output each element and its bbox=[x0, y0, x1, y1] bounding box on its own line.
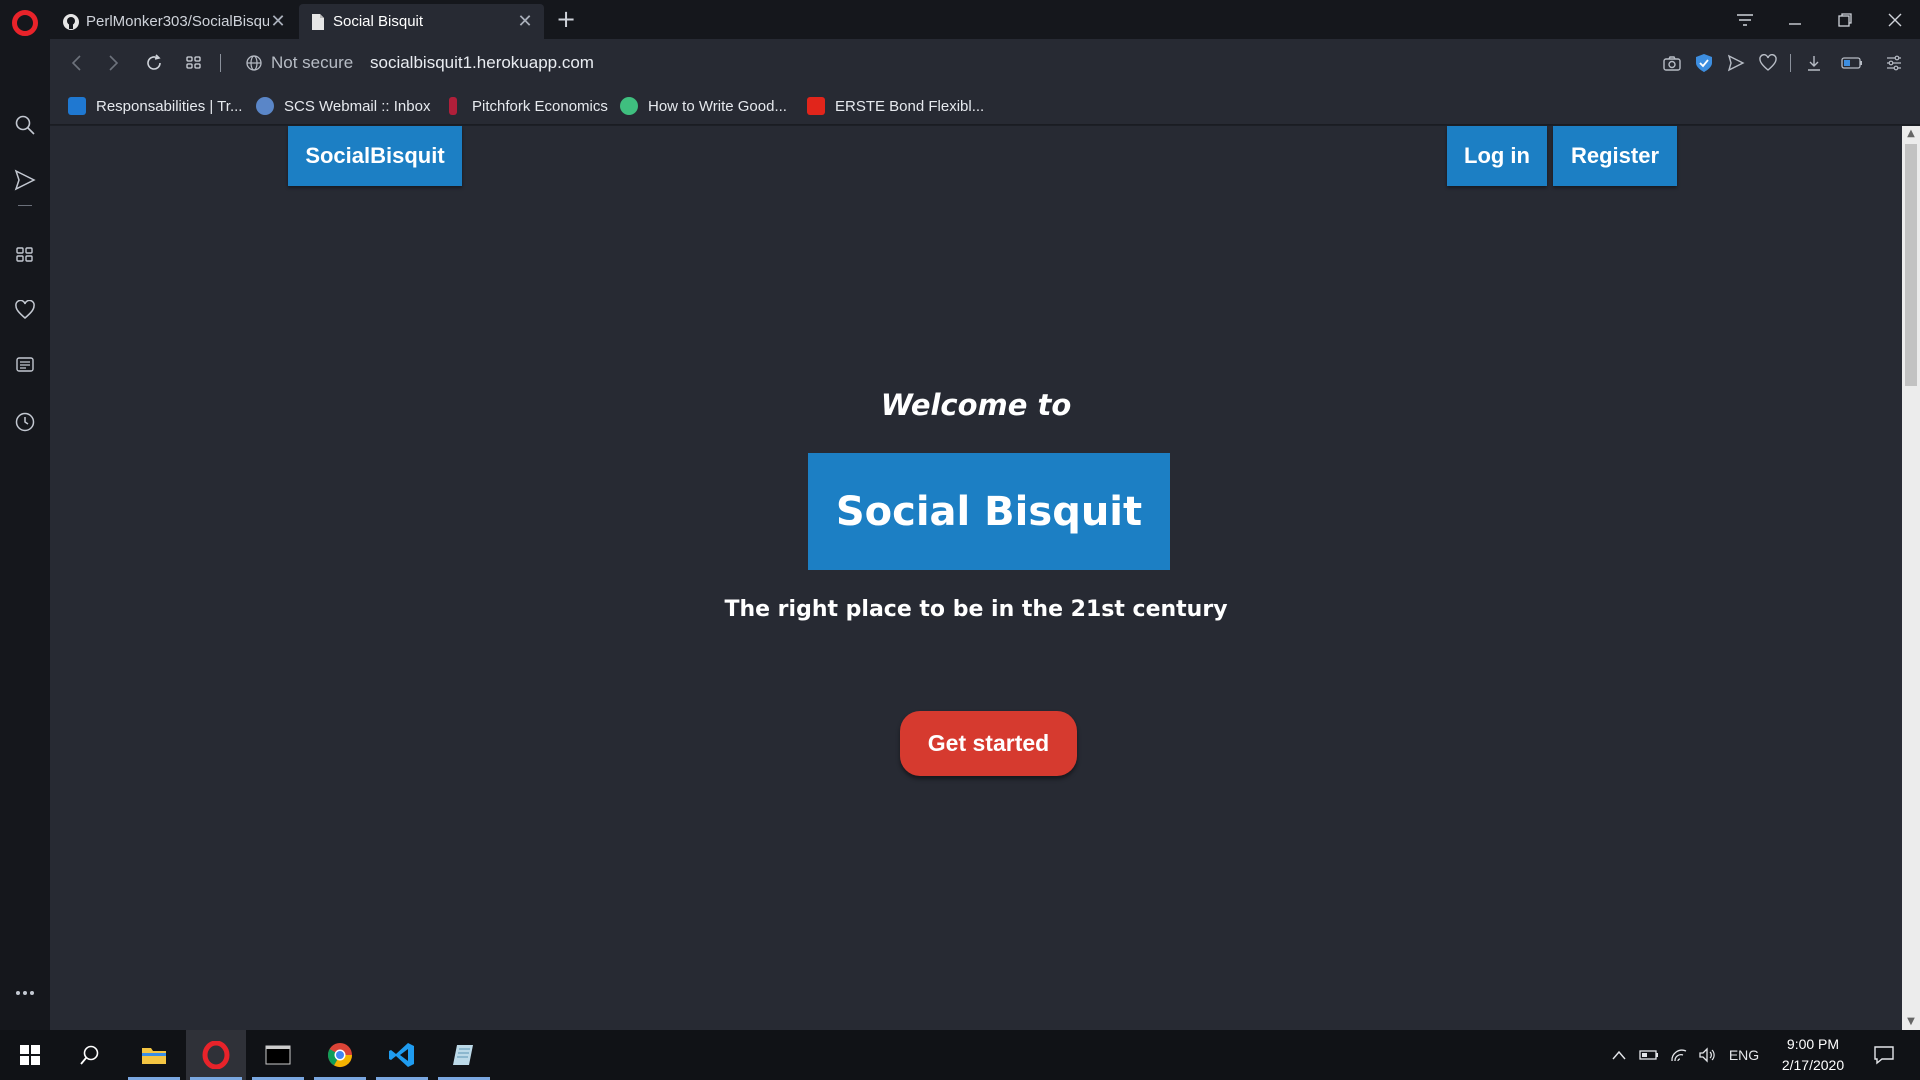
back-icon[interactable] bbox=[62, 49, 90, 77]
search-icon[interactable] bbox=[60, 1030, 120, 1080]
reload-icon[interactable] bbox=[140, 49, 168, 77]
windows-start-icon[interactable] bbox=[0, 1030, 60, 1080]
notes-app-icon[interactable] bbox=[434, 1030, 494, 1080]
file-explorer-icon[interactable] bbox=[124, 1030, 184, 1080]
page-icon bbox=[309, 13, 327, 31]
close-tab-icon[interactable]: ✕ bbox=[269, 11, 287, 32]
notifications-icon[interactable] bbox=[1864, 1030, 1904, 1080]
close-tab-icon[interactable]: ✕ bbox=[516, 11, 534, 32]
tab-social-bisquit[interactable]: Social Bisquit ✕ bbox=[299, 4, 544, 39]
opera-menu-icon[interactable] bbox=[12, 10, 38, 36]
bookmark-item[interactable]: How to Write Good... bbox=[620, 93, 787, 119]
speed-dial-icon[interactable] bbox=[11, 241, 39, 269]
camera-icon[interactable] bbox=[1660, 51, 1684, 75]
bookmark-label: SCS Webmail :: Inbox bbox=[284, 97, 431, 115]
bookmark-heart-icon[interactable] bbox=[1756, 51, 1780, 75]
more-icon[interactable] bbox=[11, 979, 39, 1007]
tab-title: PerlMonker303/SocialBisquit bbox=[86, 13, 269, 30]
tab-github[interactable]: PerlMonker303/SocialBisquit ✕ bbox=[52, 4, 297, 39]
tagline: The right place to be in the 21st centur… bbox=[724, 597, 1228, 622]
send-icon[interactable] bbox=[11, 166, 39, 194]
login-button[interactable]: Log in bbox=[1447, 126, 1547, 186]
page-scrollbar[interactable]: ▲ ▼ bbox=[1902, 126, 1920, 1030]
bookmarks-bar: Responsabilities | Tr... SCS Webmail :: … bbox=[50, 87, 1920, 125]
bookmark-label: ERSTE Bond Flexibl... bbox=[835, 97, 985, 115]
bookmark-label: How to Write Good... bbox=[648, 97, 787, 115]
minimize-icon[interactable] bbox=[1770, 0, 1820, 39]
url-field[interactable]: socialbisquit1.herokuapp.com bbox=[370, 51, 594, 75]
restore-icon[interactable] bbox=[1820, 0, 1870, 39]
web-page: SocialBisquit Log in Register Welcome to… bbox=[50, 126, 1902, 1030]
vpn-shield-icon[interactable] bbox=[1692, 51, 1716, 75]
clock-time: 9:00 PM bbox=[1786, 1036, 1840, 1052]
search-icon[interactable] bbox=[11, 111, 39, 139]
opera-taskbar-icon[interactable] bbox=[186, 1030, 246, 1080]
pitchfork-icon bbox=[449, 97, 457, 115]
terminal-icon[interactable] bbox=[248, 1030, 308, 1080]
github-icon bbox=[62, 13, 80, 31]
volume-icon[interactable] bbox=[1694, 1030, 1720, 1080]
toolbar-separator bbox=[1790, 54, 1791, 72]
erste-icon bbox=[807, 97, 825, 115]
battery-icon[interactable] bbox=[1840, 51, 1864, 75]
taskbar: ENG 9:00 PM 2/17/2020 bbox=[0, 1030, 1920, 1080]
bookmark-item[interactable]: Pitchfork Economics bbox=[444, 93, 608, 119]
get-started-button[interactable]: Get started bbox=[900, 711, 1077, 776]
wifi-icon[interactable] bbox=[1666, 1030, 1692, 1080]
chrome-icon[interactable] bbox=[310, 1030, 370, 1080]
clock-date: 2/17/2020 bbox=[1781, 1057, 1845, 1073]
tabs-grid-icon[interactable] bbox=[180, 49, 208, 77]
new-tab-button[interactable]: + bbox=[552, 4, 580, 34]
screen: PerlMonker303/SocialBisquit ✕ Social Bis… bbox=[0, 0, 1920, 1080]
sidebar-divider bbox=[11, 203, 39, 207]
tab-menu-icon[interactable] bbox=[1720, 0, 1770, 39]
bookmark-item[interactable]: SCS Webmail :: Inbox bbox=[256, 93, 430, 119]
register-button[interactable]: Register bbox=[1553, 126, 1677, 186]
battery-tray-icon[interactable] bbox=[1636, 1030, 1662, 1080]
news-icon[interactable] bbox=[11, 351, 39, 379]
writing-site-icon bbox=[620, 97, 638, 115]
bookmarks-heart-icon[interactable] bbox=[11, 296, 39, 324]
close-window-icon[interactable] bbox=[1870, 0, 1920, 39]
send-tab-icon[interactable] bbox=[1724, 51, 1748, 75]
tab-title: Social Bisquit bbox=[333, 13, 424, 30]
tab-strip: PerlMonker303/SocialBisquit ✕ Social Bis… bbox=[0, 0, 1920, 39]
opera-sidebar bbox=[0, 39, 50, 1030]
welcome-heading: Welcome to bbox=[880, 388, 1072, 422]
scroll-thumb[interactable] bbox=[1905, 144, 1917, 386]
webmail-icon bbox=[256, 97, 274, 115]
vscode-icon[interactable] bbox=[372, 1030, 432, 1080]
easy-setup-icon[interactable] bbox=[1882, 51, 1906, 75]
download-icon[interactable] bbox=[1802, 51, 1826, 75]
bookmark-label: Responsabilities | Tr... bbox=[96, 97, 243, 115]
tray-overflow-icon[interactable] bbox=[1606, 1030, 1632, 1080]
bookmark-item[interactable]: ERSTE Bond Flexibl... bbox=[807, 93, 984, 119]
globe-icon bbox=[245, 54, 263, 72]
security-label: Not secure bbox=[271, 53, 354, 72]
scroll-down-icon[interactable]: ▼ bbox=[1902, 1014, 1920, 1030]
language-indicator[interactable]: ENG bbox=[1724, 1030, 1764, 1080]
site-security-indicator[interactable]: Not secure bbox=[245, 51, 353, 75]
addr-separator bbox=[220, 54, 221, 72]
address-bar: Not secure socialbisquit1.herokuapp.com bbox=[50, 39, 1920, 87]
trello-icon bbox=[68, 97, 86, 115]
forward-icon[interactable] bbox=[100, 49, 128, 77]
hero-title: Social Bisquit bbox=[808, 453, 1170, 570]
scroll-up-icon[interactable]: ▲ bbox=[1902, 126, 1920, 142]
bookmark-label: Pitchfork Economics bbox=[472, 97, 608, 115]
history-clock-icon[interactable] bbox=[11, 408, 39, 436]
bookmark-item[interactable]: Responsabilities | Tr... bbox=[68, 93, 242, 119]
brand-button[interactable]: SocialBisquit bbox=[288, 126, 462, 186]
clock[interactable]: 9:00 PM 2/17/2020 bbox=[1766, 1034, 1860, 1076]
